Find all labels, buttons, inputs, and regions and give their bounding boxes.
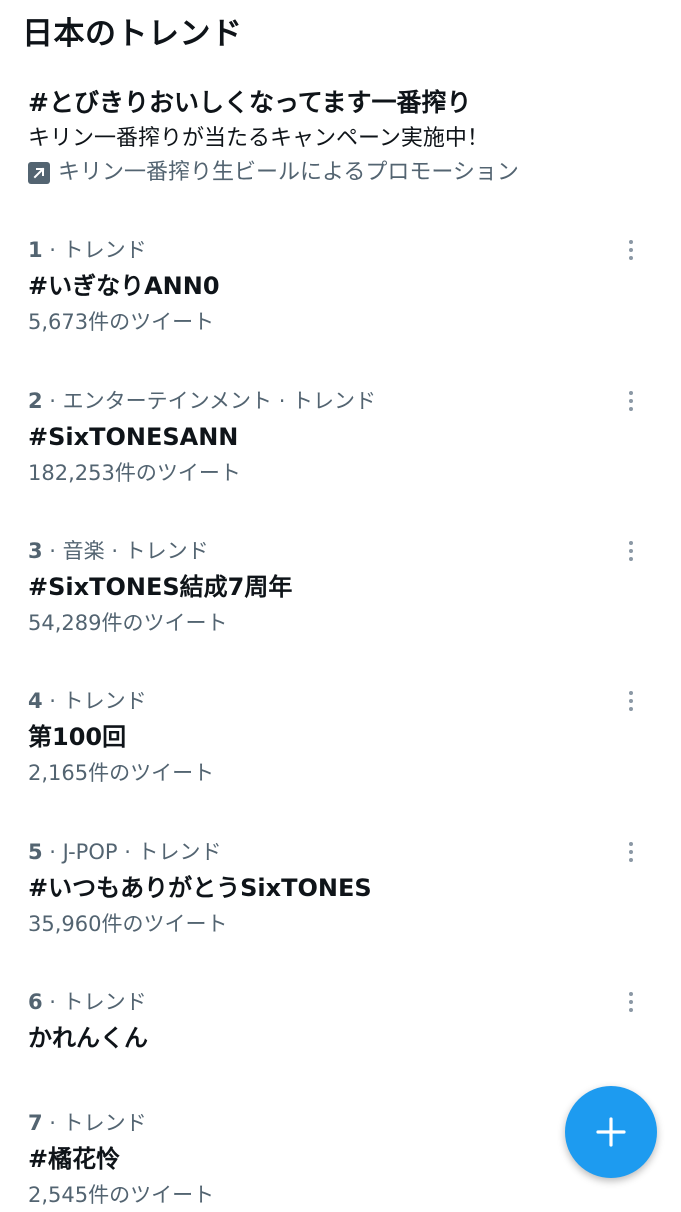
trend-name[interactable]: かれんくん [28,1019,661,1057]
compose-tweet-button[interactable] [565,1086,657,1178]
trend-item[interactable]: 2 · エンターテインメント · トレンド #SixTONESANN 182,2… [28,386,661,490]
promoted-byline-text: キリン一番搾り生ビールによるプロモーション [58,160,519,185]
trend-meta: 6 · トレンド [28,987,661,1017]
trend-tweet-count: 5,673件のツイート [28,310,215,334]
trend-rank: 2 [28,389,43,413]
trend-tweet-count: 35,960件のツイート [28,912,228,936]
promoted-arrow-icon [28,162,50,184]
more-options-icon[interactable] [621,686,641,716]
trend-meta: 4 · トレンド [28,686,661,716]
trend-tweet-count: 2,165件のツイート [28,761,215,785]
trend-meta: 5 · J-POP · トレンド [28,837,661,867]
trend-meta: 2 · エンターテインメント · トレンド [28,386,661,416]
trend-name[interactable]: #いぎなりANN0 [28,267,661,305]
trend-tweet-count: 54,289件のツイート [28,611,228,635]
more-options-icon[interactable] [621,987,641,1017]
page-title: 日本のトレンド [22,16,243,52]
trend-item[interactable]: 6 · トレンド かれんくん [28,987,661,1057]
trend-rank: 1 [28,238,43,262]
trend-name[interactable]: 第100回 [28,718,661,756]
trend-rank: 7 [28,1111,43,1135]
promoted-trend-title[interactable]: #とびきりおいしくなってます一番搾り [28,86,661,120]
promoted-byline[interactable]: キリン一番搾り生ビールによるプロモーション [28,156,661,190]
trend-name[interactable]: #SixTONESANN [28,418,661,456]
trend-tweet-count: 182,253件のツイート [28,461,241,485]
trend-rank: 4 [28,689,43,713]
trend-category: · エンターテインメント · トレンド [42,389,377,413]
trend-category: · 音楽 · トレンド [42,539,209,563]
plus-icon [596,1117,626,1147]
trend-item[interactable]: 5 · J-POP · トレンド #いつもありがとうSixTONES 35,96… [28,837,661,941]
trend-meta: 1 · トレンド [28,235,661,265]
trend-category: · トレンド [42,990,147,1014]
trend-item[interactable]: 3 · 音楽 · トレンド #SixTONES結成7周年 54,289件のツイー… [28,536,661,640]
more-options-icon[interactable] [621,386,641,416]
trend-category: · トレンド [42,238,147,262]
more-options-icon[interactable] [621,837,641,867]
more-options-icon[interactable] [621,235,641,265]
trend-rank: 3 [28,539,43,563]
trend-category: · J-POP · トレンド [42,840,222,864]
trend-item[interactable]: 4 · トレンド 第100回 2,165件のツイート [28,686,661,790]
trend-category: · トレンド [42,1111,147,1135]
promoted-trend-description: キリン一番搾りが当たるキャンペーン実施中！ [28,126,489,151]
trend-name[interactable]: #SixTONES結成7周年 [28,568,661,606]
trend-category: · トレンド [42,689,147,713]
trend-name[interactable]: #橘花怜 [28,1140,661,1178]
trend-meta: 3 · 音楽 · トレンド [28,536,661,566]
trend-rank: 5 [28,840,43,864]
trend-tweet-count: 2,545件のツイート [28,1183,215,1207]
trend-name[interactable]: #いつもありがとうSixTONES [28,869,661,907]
more-options-icon[interactable] [621,536,641,566]
promoted-trend[interactable]: #とびきりおいしくなってます一番搾り キリン一番搾りが当たるキャンペーン実施中！… [28,86,661,190]
trend-rank: 6 [28,990,43,1014]
trend-item[interactable]: 1 · トレンド #いぎなりANN0 5,673件のツイート [28,235,661,339]
